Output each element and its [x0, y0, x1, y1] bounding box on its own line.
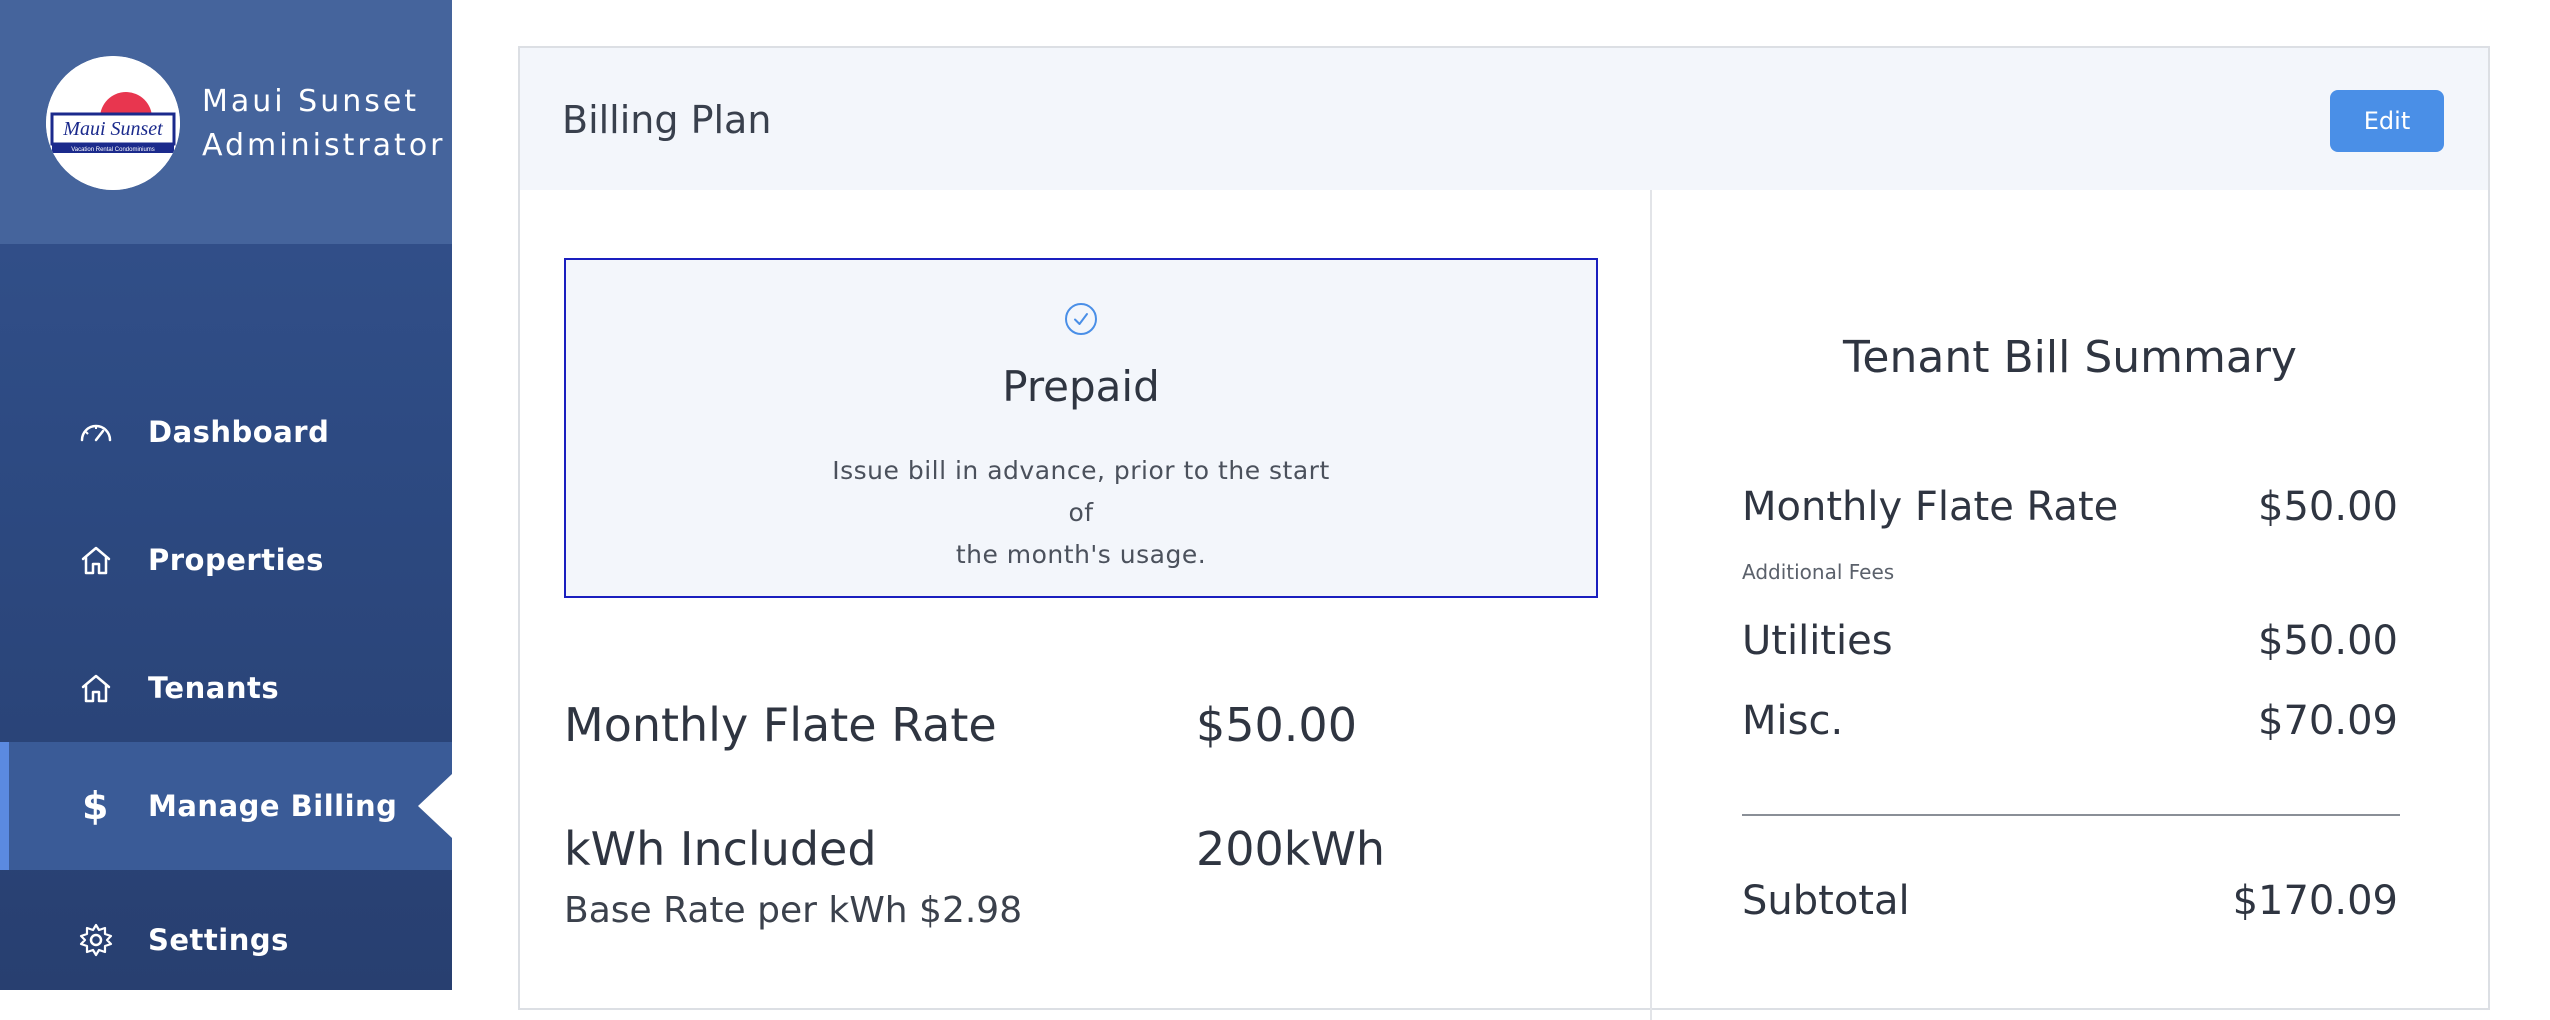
summary-utilities-label: Utilities [1742, 618, 1893, 664]
summary-title: Tenant Bill Summary [1843, 332, 2297, 383]
card-header: Billing Plan Edit [520, 48, 2488, 190]
sidebar-item-properties[interactable]: Properties [0, 496, 452, 624]
billing-plan-card: Billing Plan Edit Prepaid Issue bill in … [518, 46, 2490, 1020]
monthly-rate-value: $50.00 [1196, 698, 1357, 752]
active-indicator [0, 742, 9, 870]
base-rate-text: Base Rate per kWh $2.98 [564, 890, 1023, 931]
monthly-rate-label: Monthly Flate Rate [564, 698, 997, 752]
kwh-included-value: 200kWh [1196, 822, 1386, 876]
plan-description: Issue bill in advance, prior to the star… [831, 450, 1331, 576]
check-circle-icon [1065, 303, 1097, 335]
sidebar-item-label: Manage Billing [148, 789, 398, 823]
account-title: Maui Sunset Administrator [202, 80, 446, 168]
edit-button[interactable]: Edit [2330, 90, 2444, 152]
logo-subtext: Vacation Rental Condominiums [71, 147, 155, 153]
logo-graphic: Maui Sunset Vacation Rental Condominiums [46, 56, 180, 190]
summary-divider [1742, 814, 2400, 816]
plan-description-line: Issue bill in advance, prior to the star… [832, 456, 1330, 527]
sidebar-item-label: Settings [148, 923, 289, 957]
kwh-included-label: kWh Included [564, 822, 877, 876]
home-icon [81, 674, 111, 703]
logo-text: Maui Sunset [62, 118, 163, 140]
summary-monthly-rate-value: $50.00 [2258, 484, 2398, 530]
plan-option-prepaid[interactable]: Prepaid Issue bill in advance, prior to … [564, 258, 1598, 598]
dollar-icon: $ [82, 784, 109, 828]
active-pointer [418, 774, 452, 838]
sidebar-item-tenants[interactable]: Tenants [0, 624, 452, 752]
page-title: Billing Plan [562, 98, 772, 142]
gear-icon [79, 923, 113, 957]
summary-monthly-rate-label: Monthly Flate Rate [1742, 484, 2119, 530]
sidebar-header: Maui Sunset Vacation Rental Condominiums… [0, 0, 452, 244]
additional-fees-label: Additional Fees [1742, 560, 1895, 584]
summary-misc-value: $70.09 [2258, 698, 2398, 744]
summary-subtotal-label: Subtotal [1742, 878, 1910, 924]
home-icon [81, 546, 111, 575]
company-logo[interactable]: Maui Sunset Vacation Rental Condominiums [46, 56, 180, 190]
sidebar-item-manage-billing[interactable]: $ Manage Billing [0, 742, 452, 870]
sidebar-item-settings[interactable]: Settings [0, 876, 452, 1004]
sidebar-item-label: Dashboard [148, 415, 330, 449]
plan-description-line: the month's usage. [955, 540, 1207, 569]
account-role: Administrator [202, 128, 446, 163]
column-divider [1650, 190, 1652, 1020]
summary-misc-label: Misc. [1742, 698, 1844, 744]
sidebar-item-dashboard[interactable]: Dashboard [0, 368, 452, 496]
sidebar-item-label: Properties [148, 543, 324, 577]
speedometer-icon [80, 424, 112, 442]
summary-utilities-value: $50.00 [2258, 618, 2398, 664]
summary-subtotal-value: $170.09 [2232, 878, 2398, 924]
sidebar-item-label: Tenants [148, 671, 280, 705]
sidebar: Maui Sunset Vacation Rental Condominiums… [0, 0, 452, 990]
plan-name: Prepaid [1002, 362, 1160, 411]
account-name: Maui Sunset [202, 84, 420, 119]
